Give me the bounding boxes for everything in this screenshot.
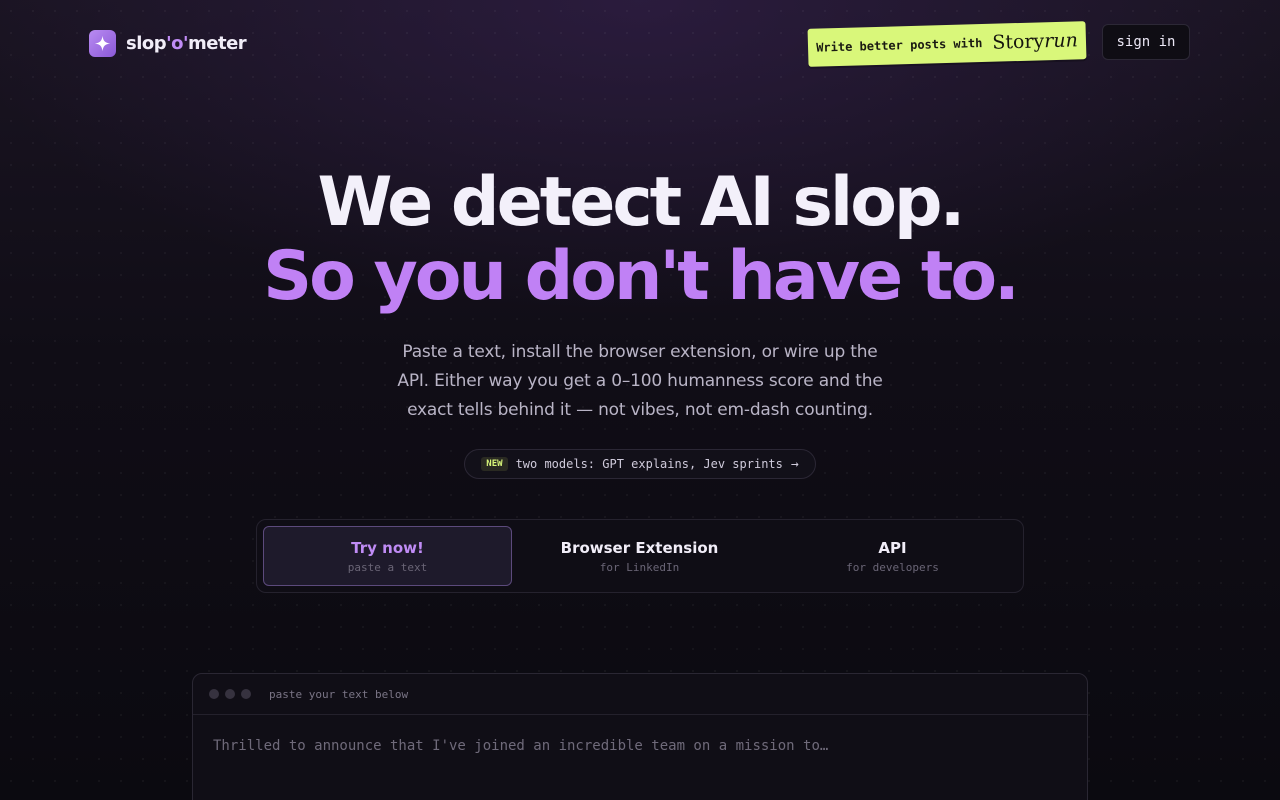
- tab-api[interactable]: API for developers: [768, 526, 1017, 586]
- promo-brand-run: run: [1043, 29, 1079, 53]
- logo-wordmark: slop'o'meter: [126, 33, 247, 54]
- arrow-right-icon: →: [790, 456, 799, 472]
- hero-subheadline: So you don't have to.: [263, 237, 1020, 316]
- hero-description: Paste a text, install the browser extens…: [397, 342, 883, 420]
- new-badge: NEW: [481, 457, 508, 471]
- storyrun-promo-banner[interactable]: Write better posts with Storyrun: [807, 21, 1087, 67]
- text-input[interactable]: [193, 715, 1087, 800]
- text-editor-panel: paste your text below: [192, 673, 1088, 800]
- sparkle-icon: [89, 30, 116, 57]
- tab-title: Browser Extension: [560, 538, 719, 557]
- editor-titlebar: paste your text below: [193, 674, 1087, 715]
- announcement-pill[interactable]: NEW two models: GPT explains, Jev sprint…: [464, 449, 816, 479]
- tab-browser-extension[interactable]: Browser Extension for LinkedIn: [515, 526, 764, 586]
- logo-text-slop: slop: [126, 33, 167, 54]
- tab-subtitle: paste a text: [347, 560, 428, 574]
- tab-try-now[interactable]: Try now! paste a text: [263, 526, 512, 586]
- sign-in-button[interactable]: sign in: [1102, 24, 1190, 60]
- window-dot-icon: [209, 689, 219, 699]
- promo-text: Write better posts with: [816, 36, 983, 55]
- hero-headline: We detect AI slop.: [317, 163, 966, 242]
- logo-text-meter: meter: [188, 33, 247, 54]
- window-dot-icon: [225, 689, 235, 699]
- promo-brand: Storyrun: [992, 29, 1078, 53]
- mode-tabs: Try now! paste a text Browser Extension …: [256, 519, 1024, 593]
- window-dot-icon: [241, 689, 251, 699]
- tab-title: Try now!: [351, 538, 424, 557]
- logo[interactable]: slop'o'meter: [89, 30, 247, 57]
- tab-subtitle: for LinkedIn: [599, 560, 680, 574]
- logo-text-o: 'o': [166, 33, 189, 54]
- editor-label: paste your text below: [269, 687, 409, 701]
- tab-title: API: [878, 538, 907, 557]
- announcement-text: two models: GPT explains, Jev sprints: [515, 457, 783, 471]
- tab-subtitle: for developers: [846, 560, 939, 574]
- promo-brand-story: Story: [992, 30, 1045, 54]
